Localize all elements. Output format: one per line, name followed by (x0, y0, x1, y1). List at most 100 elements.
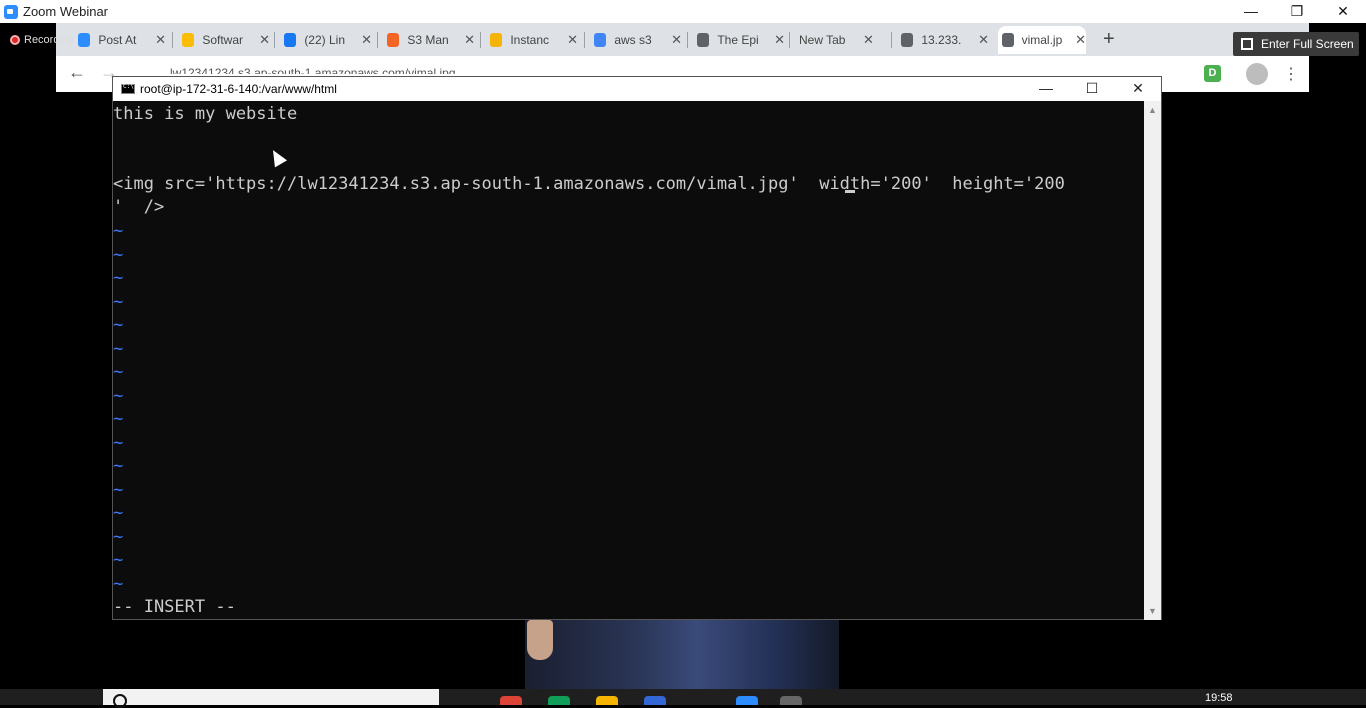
scroll-down-icon[interactable]: ▼ (1144, 606, 1161, 616)
tab-label: Instanc (510, 33, 550, 47)
tab-separator (274, 32, 275, 48)
browser-tab[interactable]: (22) Lin ✕ (280, 26, 372, 54)
empty-buffer-line: ~ (113, 244, 124, 265)
terminal-taskbar-icon[interactable] (780, 696, 802, 705)
tab-favicon-icon (901, 33, 914, 47)
tab-label: The Epi (717, 33, 759, 47)
new-tab-button[interactable]: + (1103, 28, 1115, 51)
tab-label: Softwar (202, 33, 243, 47)
tab-label: vimal.jp (1021, 33, 1063, 47)
tab-label: aws s3 (614, 33, 652, 47)
empty-buffer-line: ~ (113, 479, 124, 500)
zoom-window-controls: — ❐ ✕ (1228, 0, 1366, 23)
close-tab-icon[interactable]: ✕ (671, 32, 682, 48)
tab-separator (584, 32, 585, 48)
empty-buffer-line: ~ (113, 526, 124, 547)
webcam-video (525, 620, 839, 689)
minimize-button[interactable]: — (1228, 0, 1274, 23)
tab-favicon-icon (182, 33, 195, 47)
vim-mode-line: -- INSERT -- (113, 597, 236, 617)
close-tab-icon[interactable]: ✕ (361, 32, 372, 48)
terminal-title: root@ip-172-31-6-140:/var/www/html (140, 82, 337, 96)
close-tab-icon[interactable]: ✕ (464, 32, 475, 48)
browser-tab[interactable]: The Epi ✕ (693, 26, 785, 54)
presenter-hand (527, 620, 553, 660)
terminal-minimize-button[interactable]: — (1023, 77, 1069, 101)
close-tab-icon[interactable]: ✕ (863, 32, 874, 48)
zoom-titlebar: Zoom Webinar — ❐ ✕ (0, 0, 1366, 23)
browser-tab[interactable]: 13.233. ✕ (897, 26, 989, 54)
editor-line: <img src='https://lw12341234.s3.ap-south… (113, 173, 1065, 196)
browser-tab[interactable]: vimal.jp ✕ (998, 26, 1086, 54)
terminal-titlebar: root@ip-172-31-6-140:/var/www/html — ☐ ✕ (113, 77, 1161, 101)
empty-buffer-line: ~ (113, 409, 124, 429)
profile-avatar-icon[interactable] (1246, 63, 1268, 85)
close-tab-icon[interactable]: ✕ (774, 32, 785, 48)
recording-indicator[interactable]: Recording (10, 34, 74, 46)
enter-full-screen-button[interactable]: Enter Full Screen (1233, 32, 1359, 56)
tab-favicon-icon (1002, 33, 1014, 47)
tab-separator (480, 32, 481, 48)
terminal-maximize-button[interactable]: ☐ (1069, 77, 1115, 101)
tab-label: 13.233. (921, 33, 962, 47)
search-icon (113, 694, 127, 708)
close-tab-icon[interactable]: ✕ (567, 32, 578, 48)
extension-icon[interactable]: D (1204, 65, 1221, 82)
tab-favicon-icon (697, 33, 710, 47)
tab-separator (891, 32, 892, 48)
close-tab-icon[interactable]: ✕ (1075, 32, 1086, 48)
back-arrow-icon[interactable]: ← (68, 62, 86, 83)
tab-separator (789, 32, 790, 48)
empty-buffer-line: ~ (113, 456, 124, 476)
address-bar[interactable]: lw12341234.s3.ap-south-1.amazonaws.com/v… (170, 66, 456, 74)
browser-tab[interactable]: Post At ✕ (74, 26, 166, 54)
tab-label: New Tab (799, 33, 846, 47)
close-tab-icon[interactable]: ✕ (978, 32, 989, 48)
zoom-window-title: Zoom Webinar (23, 4, 109, 19)
record-icon (10, 35, 20, 45)
text-cursor (845, 190, 855, 193)
empty-buffer-line: ~ (113, 362, 124, 382)
zoom-logo-icon (4, 4, 18, 19)
terminal-close-button[interactable]: ✕ (1115, 77, 1161, 101)
tab-separator (172, 32, 173, 48)
close-button[interactable]: ✕ (1320, 0, 1366, 23)
empty-buffer-line: ~ (113, 385, 124, 406)
scroll-up-icon[interactable]: ▲ (1144, 105, 1161, 115)
terminal-app-icon (121, 83, 135, 94)
tab-label: S3 Man (407, 33, 449, 47)
tab-favicon-icon (490, 33, 503, 47)
empty-buffer-line: ~ (113, 291, 124, 312)
empty-buffer-line: ~ (113, 550, 124, 570)
taskbar-search-input[interactable] (103, 689, 439, 708)
editor-line: ' /> (113, 197, 165, 217)
app-taskbar-icon[interactable] (644, 696, 666, 705)
zoom-taskbar-icon[interactable] (736, 696, 758, 705)
empty-buffer-line: ~ (113, 221, 124, 241)
empty-buffer-line: ~ (113, 503, 124, 523)
close-tab-icon[interactable]: ✕ (259, 32, 270, 48)
terminal-scrollbar[interactable]: ▲ ▼ (1144, 101, 1161, 620)
file-explorer-taskbar-icon[interactable] (596, 696, 618, 705)
editor-line: this is my website (113, 104, 298, 124)
tab-favicon-icon (78, 33, 91, 47)
tab-favicon-icon (387, 33, 400, 47)
browser-tab[interactable]: New Tab ✕ (795, 26, 887, 54)
chrome-taskbar-icon[interactable] (500, 696, 522, 705)
browser-tab[interactable]: aws s3 ✕ (590, 26, 682, 54)
browser-tab[interactable]: S3 Man ✕ (383, 26, 475, 54)
tab-separator (687, 32, 688, 48)
tab-label: (22) Lin (304, 33, 345, 47)
app-taskbar-icon[interactable] (548, 696, 570, 705)
img-tag-text: <img src='https://lw12341234.s3.ap-south… (113, 174, 1065, 194)
close-tab-icon[interactable]: ✕ (155, 32, 166, 48)
browser-tab[interactable]: Instanc ✕ (486, 26, 578, 54)
tab-favicon-icon (284, 33, 297, 47)
restore-button[interactable]: ❐ (1274, 0, 1320, 23)
browser-tab[interactable]: Softwar ✕ (178, 26, 270, 54)
fullscreen-label: Enter Full Screen (1261, 37, 1354, 51)
browser-menu-icon[interactable]: ⋮ (1283, 64, 1299, 84)
terminal-text-area[interactable]: this is my website <img src='https://lw1… (113, 101, 1145, 620)
empty-buffer-line: ~ (113, 315, 124, 335)
tab-favicon-icon (594, 33, 607, 47)
